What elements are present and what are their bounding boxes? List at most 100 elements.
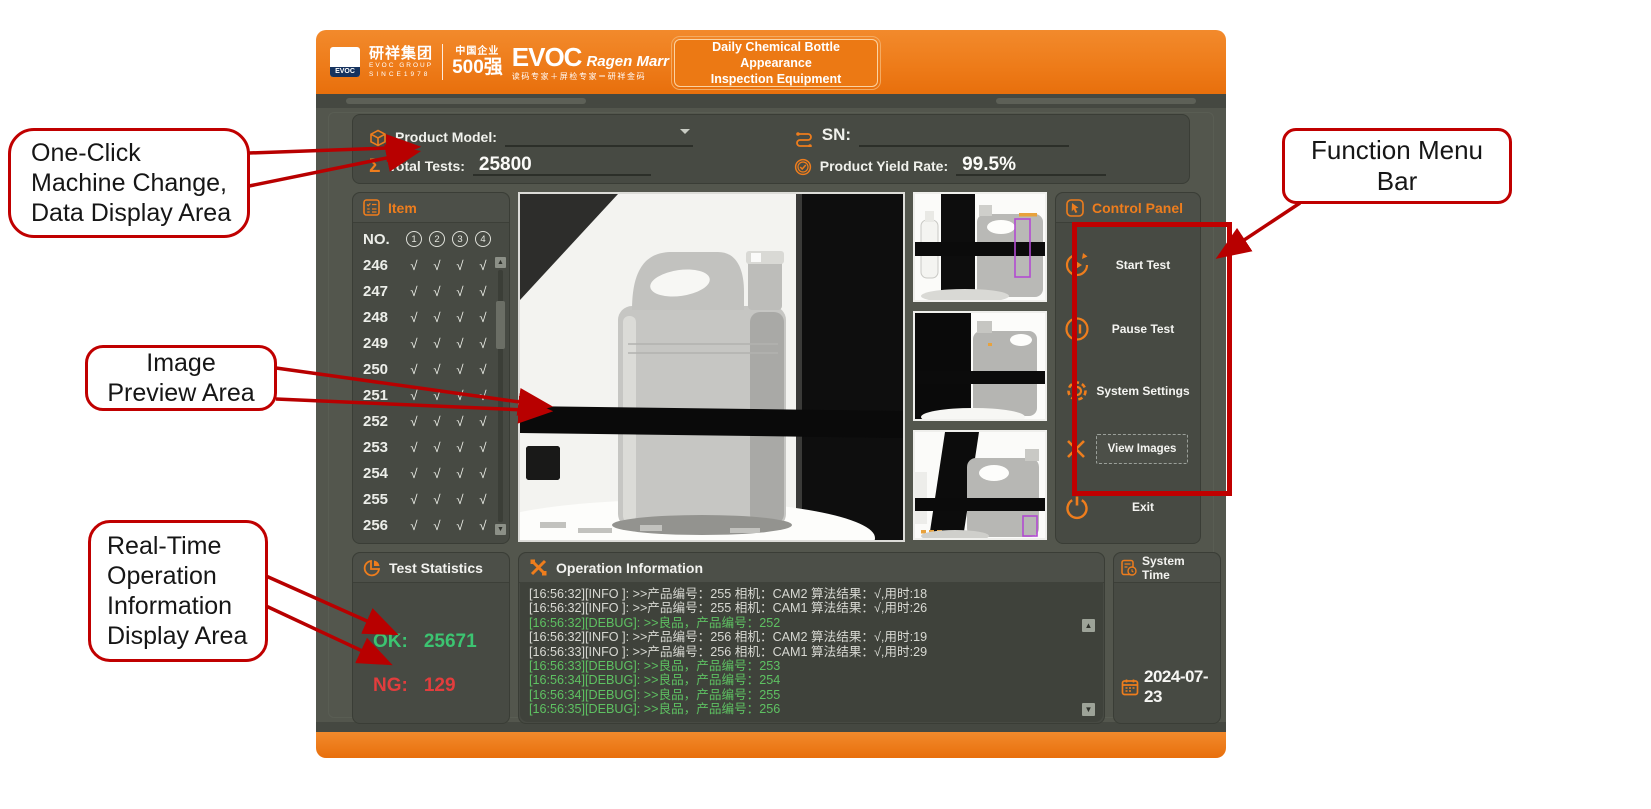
ng-stat: NG: 129 bbox=[353, 675, 509, 697]
sn-icon bbox=[794, 131, 814, 147]
deco-tab bbox=[996, 98, 1196, 104]
table-row[interactable]: 253√√√√ bbox=[363, 434, 501, 460]
check-mark: √ bbox=[452, 466, 468, 481]
check-mark: √ bbox=[429, 362, 445, 377]
check-mark: √ bbox=[475, 466, 491, 481]
log-scroll-area[interactable]: [16:56:32][INFO ]: >>产品编号：255 相机：CAM2 算法… bbox=[520, 582, 1103, 722]
stats-panel-header: Test Statistics bbox=[353, 553, 509, 583]
sn-field[interactable] bbox=[859, 125, 1069, 147]
check-mark: √ bbox=[452, 362, 468, 377]
total-tests-icon: Σ bbox=[369, 158, 380, 176]
log-line: [16:56:35][DEBUG]: >>良品，产品编号：256 bbox=[529, 702, 1094, 716]
ng-label: NG: bbox=[373, 675, 408, 697]
check-mark: √ bbox=[406, 310, 422, 325]
test-statistics-panel: Test Statistics OK: 25671 NG: 129 bbox=[352, 552, 510, 724]
product-model-select[interactable] bbox=[505, 125, 693, 147]
check-mark: √ bbox=[452, 336, 468, 351]
column-header-circled: 2 bbox=[429, 231, 445, 247]
row-number: 248 bbox=[363, 309, 399, 326]
item-table-body: 246√√√√247√√√√248√√√√249√√√√250√√√√251√√… bbox=[363, 252, 501, 538]
table-row[interactable]: 255√√√√ bbox=[363, 486, 501, 512]
check-mark: √ bbox=[429, 466, 445, 481]
thumbnail-column bbox=[913, 192, 1047, 542]
system-time-panel: System Time 2024-07-23 bbox=[1113, 552, 1221, 724]
annotation-text-line: Data Display Area bbox=[31, 198, 247, 228]
scrollbar-thumb[interactable] bbox=[496, 301, 505, 349]
operation-information-panel: Operation Information [16:56:32][INFO ]:… bbox=[518, 552, 1105, 724]
control-panel-title: Control Panel bbox=[1092, 200, 1183, 216]
deco-tab bbox=[346, 98, 586, 104]
check-mark: √ bbox=[475, 310, 491, 325]
check-mark: √ bbox=[429, 440, 445, 455]
table-row[interactable]: 247√√√√ bbox=[363, 278, 501, 304]
check-mark: √ bbox=[475, 492, 491, 507]
log-line: [16:56:33][INFO ]: >>产品编号：256 相机：CAM1 算法… bbox=[529, 645, 1094, 659]
main-image-preview bbox=[518, 192, 905, 542]
row-number: 253 bbox=[363, 439, 399, 456]
date-value: 2024-07-23 bbox=[1144, 667, 1220, 707]
table-row[interactable]: 256√√√√ bbox=[363, 512, 501, 538]
column-header-circled: 1 bbox=[406, 231, 422, 247]
ok-label: OK: bbox=[373, 631, 408, 653]
scroll-down-icon[interactable]: ▼ bbox=[495, 524, 506, 535]
ok-stat: OK: 25671 bbox=[353, 631, 509, 653]
annotation-text-line: Information bbox=[107, 591, 265, 621]
table-row[interactable]: 246√√√√ bbox=[363, 252, 501, 278]
scroll-down-icon[interactable]: ▼ bbox=[1082, 703, 1095, 716]
check-mark: √ bbox=[452, 388, 468, 403]
check-mark: √ bbox=[406, 336, 422, 351]
table-row[interactable]: 254√√√√ bbox=[363, 460, 501, 486]
annotation-text-line: Bar bbox=[1285, 166, 1509, 197]
row-number: 247 bbox=[363, 283, 399, 300]
check-mark: √ bbox=[406, 258, 422, 273]
app-title-line2: Inspection Equipment bbox=[711, 71, 842, 87]
thumbnail-cam1[interactable] bbox=[913, 192, 1047, 302]
control-icon bbox=[1066, 199, 1084, 217]
thumbnail-cam3[interactable] bbox=[913, 430, 1047, 540]
function-menu-highlight-box bbox=[1072, 222, 1232, 496]
table-row[interactable]: 250√√√√ bbox=[363, 356, 501, 382]
annotation-text-line: Image bbox=[88, 348, 274, 378]
screenshot-stage: EVOC 研祥集团 EVOC GROUP SINCE1978 中国企业 500强… bbox=[0, 0, 1651, 809]
table-row[interactable]: 248√√√√ bbox=[363, 304, 501, 330]
logo-group-cn: 研祥集团 bbox=[369, 46, 433, 61]
check-mark: √ bbox=[429, 310, 445, 325]
column-header-circled: 4 bbox=[475, 231, 491, 247]
log-line: [16:56:32][INFO ]: >>产品编号：256 相机：CAM2 算法… bbox=[529, 630, 1094, 644]
check-mark: √ bbox=[406, 466, 422, 481]
check-mark: √ bbox=[475, 388, 491, 403]
thumbnail-cam2[interactable] bbox=[913, 311, 1047, 421]
logo-enterprise-rank: 500强 bbox=[452, 58, 503, 77]
scroll-up-icon[interactable]: ▲ bbox=[495, 257, 506, 268]
logo-group-en: EVOC GROUP bbox=[369, 63, 433, 70]
table-row[interactable]: 252√√√√ bbox=[363, 408, 501, 434]
app-title-badge: Daily Chemical Bottle Appearance Inspect… bbox=[674, 39, 878, 87]
stats-icon bbox=[363, 559, 381, 577]
chevron-down-icon bbox=[680, 129, 690, 139]
total-tests-field: 25800 bbox=[473, 154, 651, 176]
log-line: [16:56:34][DEBUG]: >>良品，产品编号：254 bbox=[529, 673, 1094, 687]
item-table-head: NO.1234 bbox=[363, 226, 501, 252]
scroll-up-icon[interactable]: ▲ bbox=[1082, 619, 1095, 632]
table-row[interactable]: 249√√√√ bbox=[363, 330, 501, 356]
item-scrollbar[interactable]: ▲ ▼ bbox=[495, 257, 506, 535]
deco-strip-top bbox=[316, 94, 1226, 108]
check-mark: √ bbox=[406, 414, 422, 429]
annotation-text-line: Function Menu bbox=[1285, 135, 1509, 166]
logo-script: Ragen Marr bbox=[586, 54, 669, 69]
check-mark: √ bbox=[475, 518, 491, 533]
check-mark: √ bbox=[406, 492, 422, 507]
product-model-label: Product Model: bbox=[395, 129, 497, 147]
row-number: 251 bbox=[363, 387, 399, 404]
log-line: [16:56:32][INFO ]: >>产品编号：255 相机：CAM1 算法… bbox=[529, 601, 1094, 615]
item-panel-header: Item bbox=[353, 193, 509, 223]
table-row[interactable]: 251√√√√ bbox=[363, 382, 501, 408]
annotation-text-line: One-Click bbox=[31, 138, 247, 168]
log-panel-title: Operation Information bbox=[556, 560, 703, 576]
app-footer bbox=[316, 732, 1226, 758]
item-table: NO.1234 246√√√√247√√√√248√√√√249√√√√250√… bbox=[353, 223, 509, 538]
yield-value: 99.5% bbox=[956, 154, 1022, 175]
check-mark: √ bbox=[452, 440, 468, 455]
evoc-logo-icon: EVOC bbox=[330, 47, 360, 77]
ng-value: 129 bbox=[424, 675, 456, 697]
